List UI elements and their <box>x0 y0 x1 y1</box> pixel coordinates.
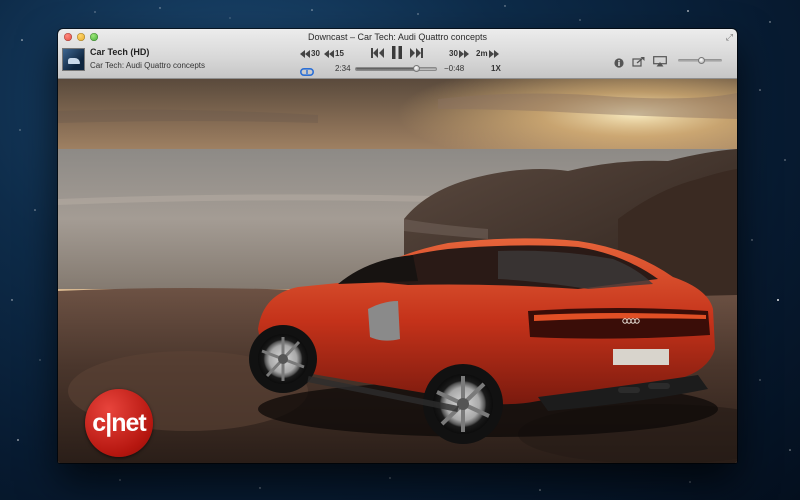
player-toolbar: Downcast – Car Tech: Audi Quattro concep… <box>58 29 737 79</box>
info-button[interactable] <box>614 55 624 73</box>
share-button[interactable] <box>632 54 645 72</box>
cnet-watermark: c|net <box>85 389 153 457</box>
airplay-icon <box>653 56 667 67</box>
volume-knob[interactable] <box>698 57 706 64</box>
scrubber-progress <box>356 68 417 70</box>
fast-forward-icon <box>488 49 499 58</box>
window-title: Downcast – Car Tech: Audi Quattro concep… <box>308 32 487 42</box>
video-frame <box>58 79 737 463</box>
pause-icon <box>392 46 402 59</box>
previous-button[interactable] <box>371 48 384 58</box>
skip-back-15-button[interactable]: 15 <box>324 49 344 58</box>
podcast-title: Car Tech (HD) <box>90 47 150 57</box>
podcast-artwork <box>62 48 85 71</box>
loop-icon <box>300 68 314 77</box>
play-pause-button[interactable] <box>391 46 403 59</box>
playback-speed-button[interactable]: 1X <box>491 64 501 73</box>
skip-forward-30-button[interactable]: 30 <box>449 49 469 58</box>
remaining-time: −0:48 <box>444 64 465 73</box>
fast-forward-icon <box>458 49 469 58</box>
fullscreen-icon[interactable]: ⤢ <box>726 32 733 43</box>
playback-scrubber[interactable] <box>355 65 437 72</box>
rewind-icon <box>300 49 310 58</box>
previous-icon <box>371 48 384 58</box>
volume-slider[interactable] <box>678 57 722 64</box>
airplay-button[interactable] <box>653 54 667 72</box>
elapsed-time: 2:34 <box>335 64 351 73</box>
video-area[interactable]: c|net <box>58 79 737 463</box>
scrubber-knob[interactable] <box>412 65 420 72</box>
skip-forward-2m-button[interactable]: 2m <box>476 49 499 58</box>
next-button[interactable] <box>410 48 423 58</box>
episode-title: Car Tech: Audi Quattro concepts <box>90 61 206 70</box>
skip-forward-short-label: 30 <box>449 49 458 58</box>
skip-back-30-button[interactable]: 30 <box>300 49 320 58</box>
skip-back-short-label: 15 <box>335 49 344 58</box>
next-icon <box>410 48 423 58</box>
downcast-window: Downcast – Car Tech: Audi Quattro concep… <box>58 29 737 463</box>
rewind-icon <box>324 49 334 58</box>
info-icon <box>614 58 624 68</box>
share-icon <box>632 57 645 67</box>
skip-forward-long-label: 2m <box>476 49 488 58</box>
skip-back-long-label: 30 <box>311 49 320 58</box>
